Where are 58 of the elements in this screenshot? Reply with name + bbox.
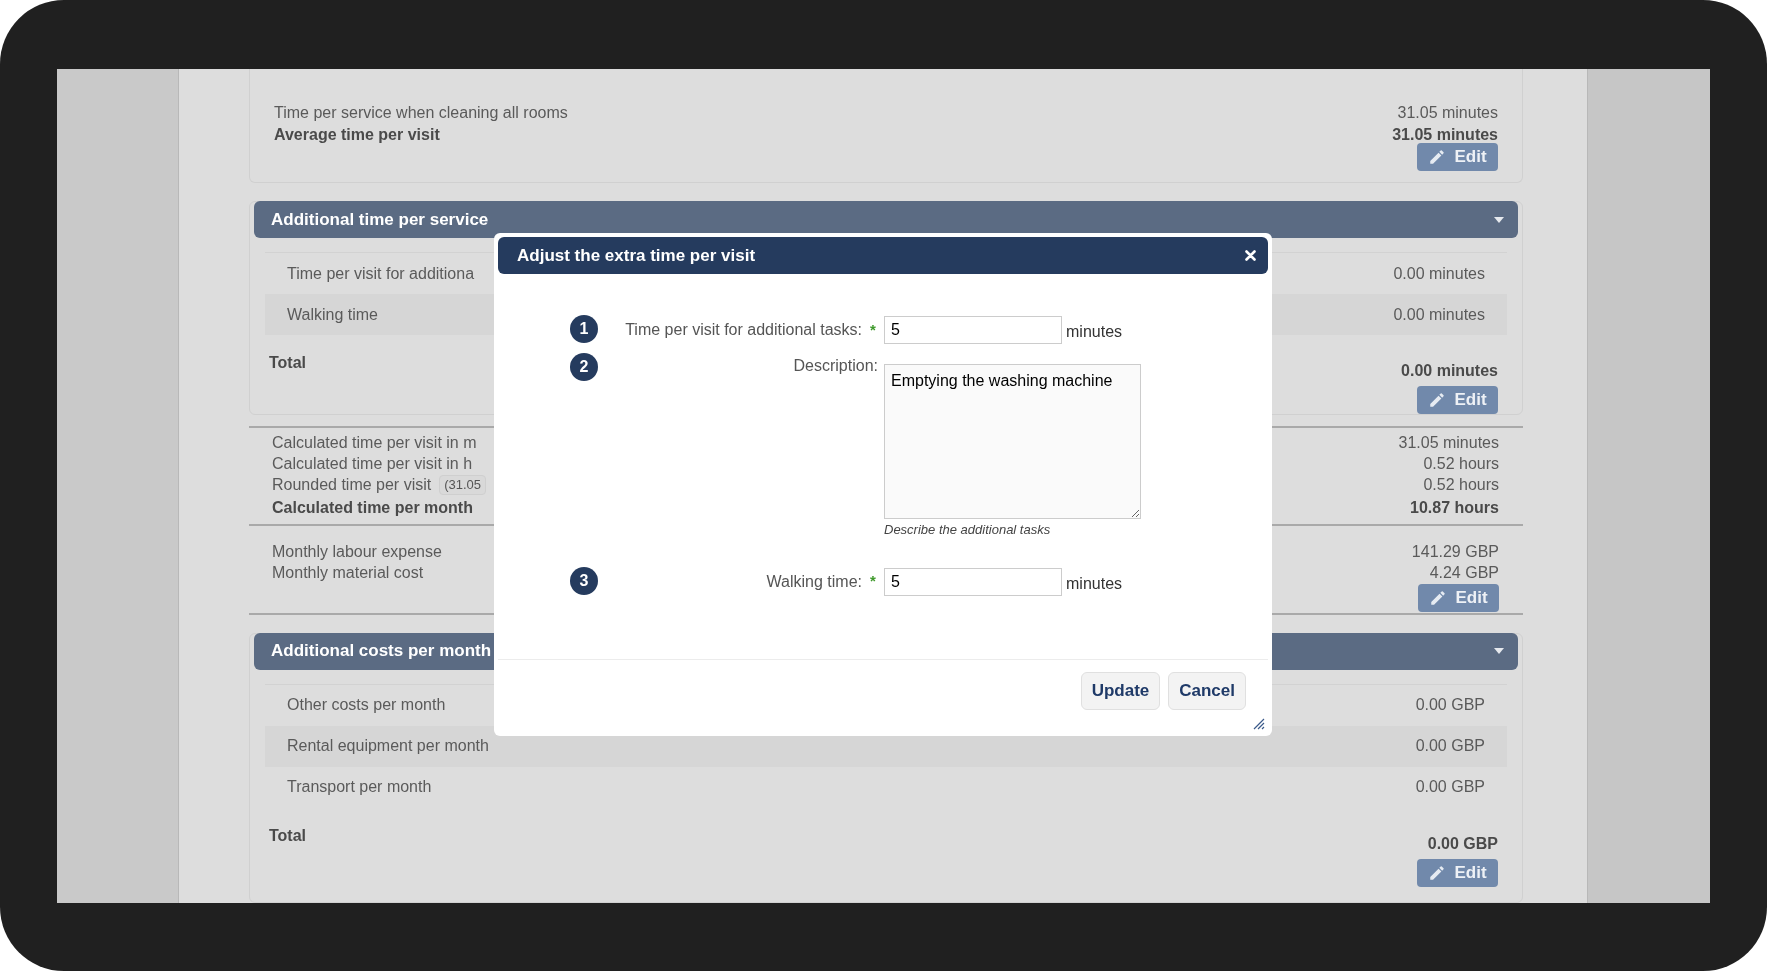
text-field[interactable]: 5 [884,316,1062,344]
row-label: Time per service when cleaning all rooms [274,103,568,123]
row-label: Walking time [287,304,378,325]
dialog-title: Adjust the extra time per visit [517,244,756,267]
step-number: 1 [570,315,598,343]
row-value: 0.00 GBP [1415,777,1485,798]
total-label: Total [269,825,307,846]
description-field[interactable]: Emptying the washing machine [884,364,1141,519]
total-label: Total [269,353,307,374]
dialog-button[interactable]: Cancel [1168,672,1246,710]
text-field[interactable]: 5 [884,567,1062,596]
row-label: Rounded time per visit [272,474,432,495]
field-label: Description: [793,356,878,376]
value-badge: (31.05 [439,474,487,495]
close-icon[interactable] [1245,250,1256,261]
row-value: 0.52 hours [1423,453,1499,474]
unit-label: minutes [1066,322,1123,342]
pencil-icon [1429,589,1448,608]
field-label: Walking time: [766,571,862,592]
row-value: 31.05 minutes [1392,125,1498,145]
section-title: Additional time per service [271,208,489,231]
row-label: Other costs per month [287,695,446,716]
caret-icon[interactable] [1494,216,1504,223]
pencil-icon [1428,148,1447,166]
required-mark: * [870,319,877,340]
row-value: 10.87 hours [1410,497,1499,518]
row-label: Monthly labour expense [272,541,442,562]
section-title: Additional costs per month [271,640,492,663]
total-value: 0.00 GBP [1427,833,1498,854]
row-label: Calculated time per visit in m [272,432,477,453]
row-label: Calculated time per month [272,497,473,518]
pencil-icon [1428,391,1447,410]
row-value: 0.52 hours [1423,474,1499,495]
unit-label: minutes [1066,573,1123,594]
field-label: Time per visit for additional tasks: [625,320,862,340]
row-value: 31.05 minutes [1398,432,1499,453]
row-value: 0.00 minutes [1393,304,1485,325]
step-number: 2 [570,353,598,381]
row-label: Monthly material cost [272,562,424,583]
step-number: 3 [570,566,598,595]
row-value: 0.00 GBP [1415,695,1485,716]
row-label: Average time per visit [274,125,440,145]
row-label: Calculated time per visit in h [272,453,473,474]
help-text: Describe the additional tasks [884,521,1052,539]
dialog-button[interactable]: Update [1080,672,1161,710]
pencil-icon [1428,863,1447,882]
row-value: 31.05 minutes [1397,103,1498,123]
row-value: 0.00 minutes [1393,263,1485,284]
resize-grip-icon[interactable] [1252,717,1265,730]
row-value: 4.24 GBP [1429,562,1499,583]
row-value: 0.00 GBP [1415,736,1485,757]
required-mark: * [870,571,877,592]
row-label: Transport per month [287,777,432,798]
caret-icon[interactable] [1494,648,1504,655]
row-label: Rental equipment per month [287,736,489,757]
total-value: 0.00 minutes [1401,361,1498,382]
row-value: 141.29 GBP [1411,541,1499,562]
row-label: Time per visit for additiona [287,263,475,284]
